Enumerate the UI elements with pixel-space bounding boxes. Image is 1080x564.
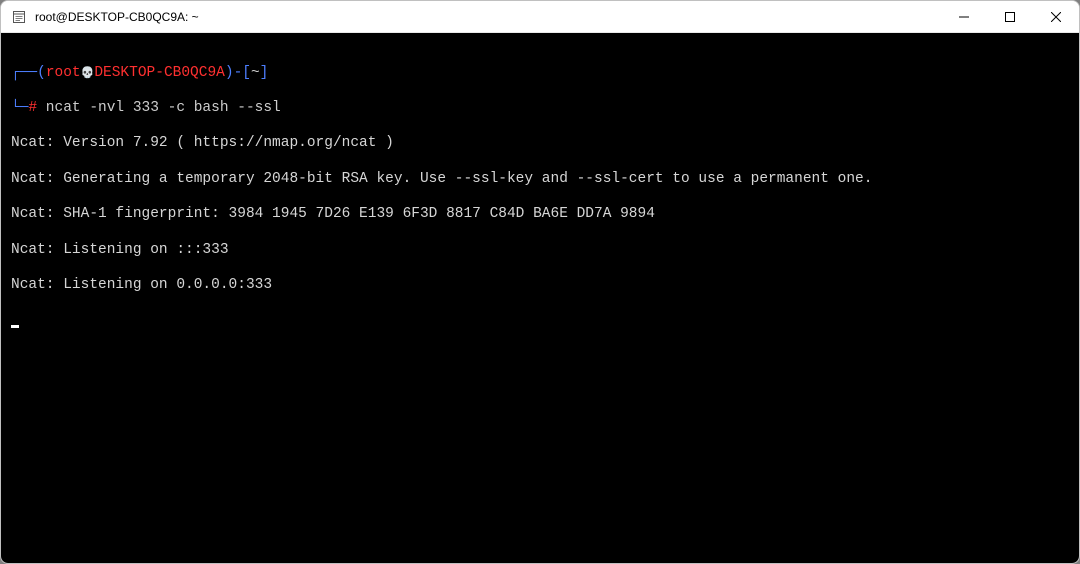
titlebar[interactable]: root@DESKTOP-CB0QC9A: ~ [1,1,1079,33]
prompt-path: ~ [251,65,260,81]
prompt-hash: # [28,100,37,116]
output-line: Ncat: Listening on :::333 [11,242,1069,260]
prompt-close-bracket: ] [260,65,269,81]
output-line: Ncat: SHA-1 fingerprint: 3984 1945 7D26 … [11,206,1069,224]
close-button[interactable] [1033,1,1079,32]
prompt-bracket: ┌──( [11,65,46,81]
minimize-icon [959,12,969,22]
minimize-button[interactable] [941,1,987,32]
terminal-window: root@DESKTOP-CB0QC9A: ~ ┌──(root💀DESKTOP… [0,0,1080,564]
prompt-host: DESKTOP-CB0QC9A [94,65,225,81]
terminal-cursor [11,325,19,328]
app-icon [11,9,27,25]
command-text: ncat -nvl 333 -c bash --ssl [37,100,281,116]
close-icon [1051,12,1061,22]
terminal-area[interactable]: ┌──(root💀DESKTOP-CB0QC9A)-[~] └─# ncat -… [1,33,1079,563]
window-title: root@DESKTOP-CB0QC9A: ~ [35,10,941,24]
output-line: Ncat: Generating a temporary 2048-bit RS… [11,171,1069,189]
window-controls [941,1,1079,32]
prompt-dash: -[ [234,65,251,81]
prompt-close-paren: ) [225,65,234,81]
maximize-icon [1005,12,1015,22]
output-line: Ncat: Version 7.92 ( https://nmap.org/nc… [11,135,1069,153]
skull-icon: 💀 [81,68,95,80]
maximize-button[interactable] [987,1,1033,32]
prompt-user: root [46,65,81,81]
output-line: Ncat: Listening on 0.0.0.0:333 [11,277,1069,295]
prompt-line-2: └─# ncat -nvl 333 -c bash --ssl [11,100,1069,118]
prompt-line2-prefix: └─ [11,100,28,116]
prompt-line-1: ┌──(root💀DESKTOP-CB0QC9A)-[~] [11,65,1069,83]
